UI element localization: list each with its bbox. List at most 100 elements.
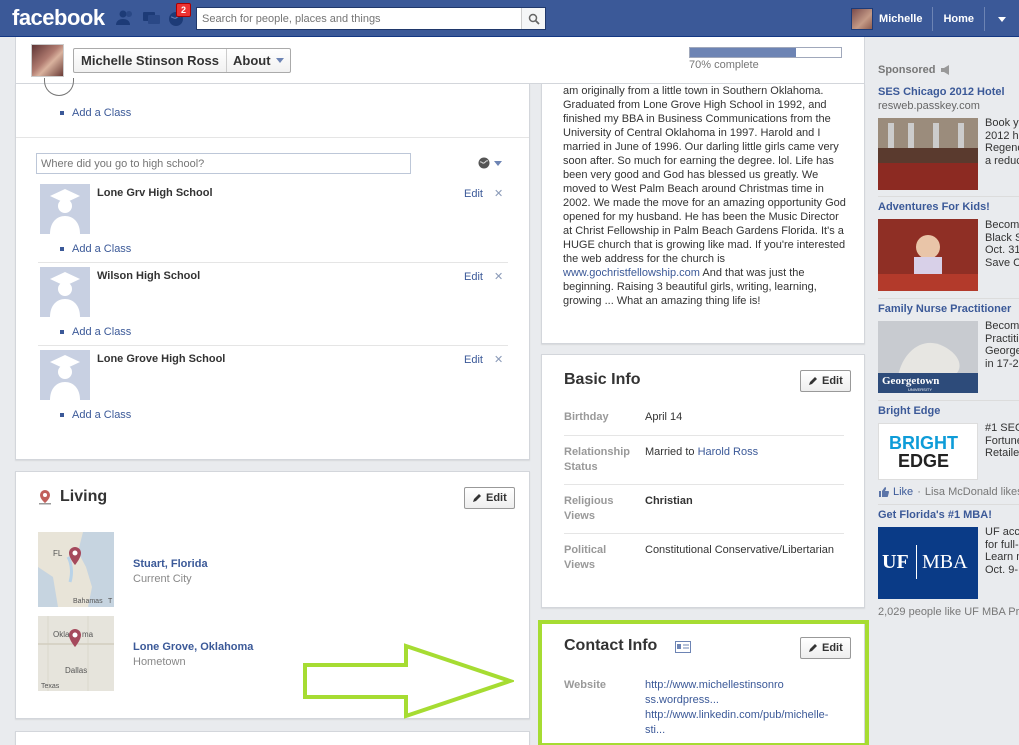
bio-line: University of Central Oklahoma in 1997. … (563, 127, 821, 139)
lone-grove-map[interactable]: Okla ma Dallas Texas (38, 616, 114, 691)
ad-title-link[interactable]: Bright Edge (878, 405, 940, 417)
school-name[interactable]: Lone Grv High School (97, 187, 213, 199)
close-icon[interactable]: ✕ (494, 270, 503, 283)
ad-body-line: Become (985, 219, 1019, 231)
add-class-link[interactable]: Add a Class (60, 243, 131, 255)
bio-line: opened for my husband. He has been the M… (563, 211, 839, 223)
bio-line: the web address for the church is (563, 253, 726, 265)
avatar[interactable] (31, 44, 64, 77)
kids-ad-image[interactable] (878, 219, 978, 291)
hometown-link[interactable]: Lone Grove, Oklahoma (133, 641, 253, 653)
ad-body-line: Become (985, 320, 1019, 332)
stuart-map[interactable]: FL Bahamas T (38, 532, 114, 607)
privacy-selector[interactable] (478, 157, 502, 169)
brightedge-ad-image[interactable]: BRIGHT EDGE (878, 423, 978, 480)
birthday-label: Birthday (564, 411, 609, 423)
hometown-label: Hometown (133, 656, 186, 668)
chevron-down-icon (494, 160, 502, 166)
ad-title-link[interactable]: Family Nurse Practitioner (878, 303, 1011, 315)
divider (38, 345, 508, 346)
about-label: About (232, 53, 271, 68)
bio-line: HUGE church that is growing like mad. If… (563, 239, 846, 251)
living-title: Living (60, 488, 108, 505)
messages-icon[interactable] (142, 9, 162, 27)
add-class-link[interactable]: Add a Class (60, 326, 131, 338)
political-row: Political Views Constitutional Conservati… (564, 533, 844, 571)
add-class-label: Add a Class (72, 409, 132, 421)
edit-basic-info-button[interactable]: Edit (800, 370, 851, 392)
account-menu-button[interactable] (985, 14, 1019, 24)
progress-label: 70% complete (689, 59, 759, 71)
like-link[interactable]: Like (893, 486, 913, 498)
uf-logo: UF (882, 551, 909, 573)
search-button[interactable] (521, 8, 545, 29)
map-label: T (108, 598, 113, 605)
bio-line: 2002. We made the move for an amazing op… (563, 197, 846, 209)
search-bar (196, 7, 546, 30)
ad-title-link[interactable]: Adventures For Kids! (878, 201, 990, 213)
nav-avatar[interactable] (851, 7, 874, 30)
ad-social-context: 2,029 people like UF MBA Pro (878, 606, 1019, 618)
search-input[interactable] (197, 8, 517, 29)
bio-line: Graduated from Lone Grove High School in… (563, 99, 827, 111)
uf-mba-ad-image[interactable]: UF MBA (878, 527, 978, 599)
close-icon[interactable]: ✕ (494, 353, 503, 366)
current-city-link[interactable]: Stuart, Florida (133, 558, 208, 570)
add-class-link[interactable]: Add a Class (60, 409, 131, 421)
ad-body-line: for full- (985, 538, 1019, 551)
add-class-link[interactable]: Add a Class (60, 107, 131, 119)
ad-body-line: #1 SEO (985, 422, 1019, 434)
map-label: Texas (41, 683, 60, 690)
edit-living-button[interactable]: Edit (464, 487, 515, 509)
ad-body-line: 2012 h (985, 129, 1019, 142)
label-line: Religious (564, 495, 614, 507)
relationship-prefix: Married to (645, 446, 698, 458)
religious-row: Religious Views Christian (564, 484, 844, 522)
mba-logo: MBA (922, 551, 968, 573)
thumbs-up-icon (879, 487, 889, 497)
about-dropdown[interactable]: About (227, 49, 290, 72)
hotel-ad-image[interactable] (878, 118, 978, 190)
georgetown-wordmark: Georgetown (882, 375, 940, 387)
brightedge-logo-line1: BRIGHT (889, 433, 958, 453)
social-sep: · (917, 486, 921, 498)
map-marker-icon (69, 547, 81, 565)
nav-home-link[interactable]: Home (933, 6, 985, 31)
ad-title-link[interactable]: SES Chicago 2012 Hotel (878, 86, 1005, 98)
megaphone-icon (941, 65, 950, 75)
notification-count-badge: 2 (176, 3, 192, 17)
religious-value-link[interactable]: Christian (645, 494, 693, 509)
ad-body-line: in 17-2 (985, 357, 1019, 370)
current-city-label: Current City (133, 573, 192, 585)
profile-name-link[interactable]: Michelle Stinson Ross (74, 49, 227, 72)
edit-label: Edit (822, 375, 843, 387)
birthday-value: April 14 (645, 411, 683, 423)
partner-link[interactable]: Harold Ross (698, 446, 759, 458)
bullet-icon (60, 111, 64, 115)
edit-school-link[interactable]: Edit (464, 354, 483, 366)
basic-info-title: Basic Info (564, 371, 641, 388)
church-website-link[interactable]: www.gochristfellowship.com (563, 267, 700, 279)
bio-line: soon after. So much for earning the degr… (563, 155, 834, 167)
close-icon[interactable]: ✕ (494, 187, 503, 200)
edit-school-link[interactable]: Edit (464, 188, 483, 200)
relationship-label: Relationship Status (564, 445, 639, 475)
social-text: Lisa McDonald likes t (924, 486, 1019, 498)
facebook-logo[interactable]: facebook (12, 5, 105, 31)
school-name[interactable]: Lone Grove High School (97, 353, 225, 365)
high-school-input[interactable] (36, 153, 411, 174)
sponsored-label: Sponsored (878, 64, 936, 76)
ad-title-link[interactable]: Get Florida's #1 MBA! (878, 509, 992, 521)
friend-requests-icon[interactable] (115, 9, 135, 27)
basic-info-card: Basic Info Edit Birthday April 14 Relati… (541, 354, 865, 608)
georgetown-ad-image[interactable]: Georgetown UNIVERSITY (878, 321, 978, 393)
ad-body-line: Book yo (985, 117, 1019, 129)
ad-divider (878, 400, 1019, 401)
political-label: Political Views (564, 543, 639, 573)
graduate-silhouette-icon (50, 355, 80, 400)
pencil-icon (809, 377, 817, 385)
ad-body-line: Regenc (985, 142, 1019, 154)
edit-school-link[interactable]: Edit (464, 271, 483, 283)
nav-profile-link[interactable]: Michelle (879, 6, 934, 31)
school-name[interactable]: Wilson High School (97, 270, 200, 282)
